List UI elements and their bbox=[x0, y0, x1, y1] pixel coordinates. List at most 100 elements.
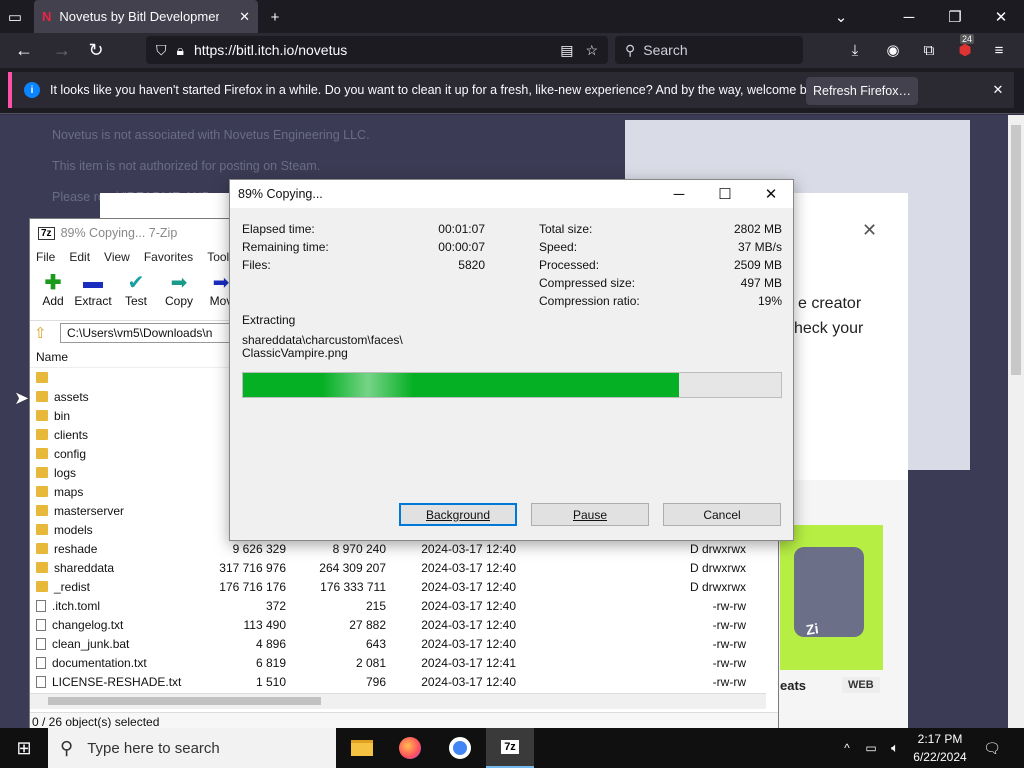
folder-icon bbox=[36, 410, 48, 421]
favicon-icon: N bbox=[42, 9, 52, 24]
cell-modified: 2024-03-17 12:40 bbox=[421, 598, 516, 613]
account-icon[interactable]: ◉ bbox=[882, 38, 904, 62]
copy-arrow-icon: ➡ bbox=[170, 271, 188, 294]
restore-button[interactable]: ❐ bbox=[944, 6, 966, 28]
folder-icon bbox=[36, 486, 48, 497]
extension-badge-icon[interactable]: ⬢ 24 bbox=[952, 34, 978, 62]
taskbar-search-placeholder: Type here to search bbox=[87, 739, 220, 757]
dialog-close-button[interactable]: ✕ bbox=[760, 184, 782, 204]
cell-attr: -rw-rw bbox=[712, 617, 746, 632]
back-button[interactable]: ← bbox=[12, 38, 36, 62]
downloads-icon[interactable]: ⤓ bbox=[844, 38, 866, 62]
network-icon[interactable]: ▭ bbox=[862, 738, 880, 758]
table-row[interactable]: reshade 9 626 329 8 970 240 2024-03-17 12:4… bbox=[30, 539, 766, 558]
table-row[interactable]: changelog.txt 113 490 27 882 2024-03-17 12:… bbox=[30, 615, 766, 634]
tab-list-icon[interactable]: ▭ bbox=[4, 6, 26, 28]
reload-button[interactable]: ↻ bbox=[84, 38, 108, 62]
start-button[interactable]: ⊞ bbox=[0, 728, 48, 768]
notifications-icon[interactable]: 🗨︎ bbox=[982, 738, 1002, 758]
file-name: logs bbox=[54, 465, 77, 480]
chevron-up-icon[interactable]: ^ bbox=[838, 738, 856, 758]
cancel-button[interactable]: Cancel bbox=[663, 503, 781, 526]
clock[interactable]: 2:17 PM 6/22/2024 bbox=[900, 730, 980, 766]
reader-view-icon[interactable]: ▤ bbox=[560, 42, 573, 59]
file-name: assets bbox=[54, 389, 89, 404]
7zip-taskbar-icon[interactable]: 7z bbox=[486, 728, 534, 768]
chevron-down-icon[interactable]: ⌄ bbox=[830, 6, 852, 28]
close-modal-icon[interactable]: ✕ bbox=[862, 220, 877, 241]
file-icon bbox=[36, 618, 46, 631]
url-bar[interactable]: ⛉ 🔒︎ https://bitl.itch.io/novetus ▤ ☆ bbox=[146, 36, 608, 64]
cell-name: changelog.txt bbox=[30, 618, 190, 632]
cell-attr: D drwxrwx bbox=[690, 579, 746, 594]
refresh-firefox-button[interactable]: Refresh Firefox… bbox=[806, 77, 918, 105]
current-file: ClassicVampire.png bbox=[242, 346, 348, 360]
menu-favorites[interactable]: Favorites bbox=[144, 250, 193, 264]
pause-button[interactable]: Pause bbox=[531, 503, 649, 526]
close-window-button[interactable]: ✕ bbox=[990, 6, 1012, 28]
mouse-cursor-icon: ➤ bbox=[14, 388, 30, 408]
browser-tab[interactable]: N Novetus by Bitl Development St ✕ bbox=[34, 0, 258, 33]
copy-button[interactable]: ➡ Copy bbox=[156, 270, 202, 309]
table-row[interactable]: shareddata 317 716 976 264 309 207 2024-03-… bbox=[30, 558, 766, 577]
forward-button[interactable]: → bbox=[50, 38, 74, 62]
col-name[interactable]: Name bbox=[36, 350, 68, 364]
game-cover-image[interactable]: Zi bbox=[780, 525, 883, 670]
file-explorer-icon[interactable] bbox=[338, 728, 386, 768]
bookmark-star-icon[interactable]: ☆ bbox=[585, 42, 598, 59]
check-icon: ✔ bbox=[127, 271, 145, 294]
test-label: Test bbox=[124, 294, 147, 308]
current-path: shareddata\charcustom\faces\ bbox=[242, 333, 403, 347]
file-name: _redist bbox=[54, 579, 91, 594]
cell-packed: 27 882 bbox=[349, 617, 386, 632]
new-tab-button[interactable]: + bbox=[264, 6, 286, 28]
files-label: Files: bbox=[242, 258, 271, 272]
cell-attr: -rw-rw bbox=[712, 674, 746, 689]
file-name: clean_junk.bat bbox=[52, 636, 130, 651]
chrome-icon[interactable] bbox=[436, 728, 484, 768]
processed-label: Processed: bbox=[539, 258, 600, 272]
lock-icon[interactable]: 🔒︎ bbox=[177, 42, 184, 59]
add-label: Add bbox=[42, 294, 64, 308]
background-button[interactable]: Background bbox=[399, 503, 517, 526]
menu-icon[interactable]: ≡ bbox=[988, 38, 1010, 62]
menu-edit[interactable]: Edit bbox=[69, 250, 90, 264]
dialog-maximize-button[interactable]: ☐ bbox=[714, 184, 736, 204]
folder-icon bbox=[36, 505, 48, 516]
file-name: config bbox=[54, 446, 87, 461]
7zip-scroll-thumb[interactable] bbox=[48, 697, 321, 705]
folder-icon bbox=[36, 448, 48, 459]
extract-button[interactable]: ▬ Extract bbox=[70, 270, 116, 309]
shield-icon[interactable]: ⛉ bbox=[156, 42, 167, 59]
files-value: 5820 bbox=[458, 258, 485, 272]
cell-size: 4 896 bbox=[255, 636, 286, 651]
cell-size: 372 bbox=[265, 598, 286, 613]
game-title[interactable]: eats bbox=[780, 678, 806, 693]
folder-icon bbox=[36, 429, 48, 440]
table-row[interactable]: clean_junk.bat 4 896 643 2024-03-17 12:40 -r… bbox=[30, 634, 766, 653]
folder-up-icon[interactable]: ⇧ bbox=[34, 324, 47, 342]
test-button[interactable]: ✔ Test bbox=[113, 270, 159, 309]
page-scrollbar[interactable] bbox=[1008, 115, 1024, 728]
minus-icon: ▬ bbox=[83, 270, 103, 293]
search-input[interactable]: ⚲ Search bbox=[615, 36, 803, 64]
cell-size: 113 490 bbox=[243, 617, 287, 632]
menu-view[interactable]: View bbox=[104, 250, 130, 264]
menu-file[interactable]: File bbox=[36, 250, 55, 264]
table-row[interactable]: documentation.txt 6 819 2 081 2024-03-17 12… bbox=[30, 653, 766, 672]
extensions-icon[interactable]: ⧉ bbox=[918, 38, 940, 62]
url-text[interactable]: https://bitl.itch.io/novetus bbox=[194, 42, 347, 58]
file-name: LICENSE-RESHADE.txt bbox=[52, 674, 182, 689]
minimize-button[interactable]: ─ bbox=[898, 6, 920, 28]
cell-packed: 215 bbox=[365, 598, 386, 613]
table-row[interactable]: _redist 176 716 176 176 333 711 2024-03-17 … bbox=[30, 577, 766, 596]
folder-icon bbox=[36, 524, 48, 535]
table-row[interactable]: .itch.toml 372 215 2024-03-17 12:40 -rw-rw bbox=[30, 596, 766, 615]
page-line: This item is not authorized for posting … bbox=[52, 159, 321, 173]
firefox-icon[interactable] bbox=[386, 728, 434, 768]
taskbar-search[interactable]: ⚲ Type here to search bbox=[48, 728, 336, 768]
close-notification-icon[interactable]: ✕ bbox=[988, 80, 1008, 100]
dialog-minimize-button[interactable]: ─ bbox=[668, 184, 690, 204]
close-tab-icon[interactable]: ✕ bbox=[239, 9, 250, 25]
table-row[interactable]: LICENSE-RESHADE.txt 1 510 796 2024-03-17 12… bbox=[30, 672, 766, 691]
